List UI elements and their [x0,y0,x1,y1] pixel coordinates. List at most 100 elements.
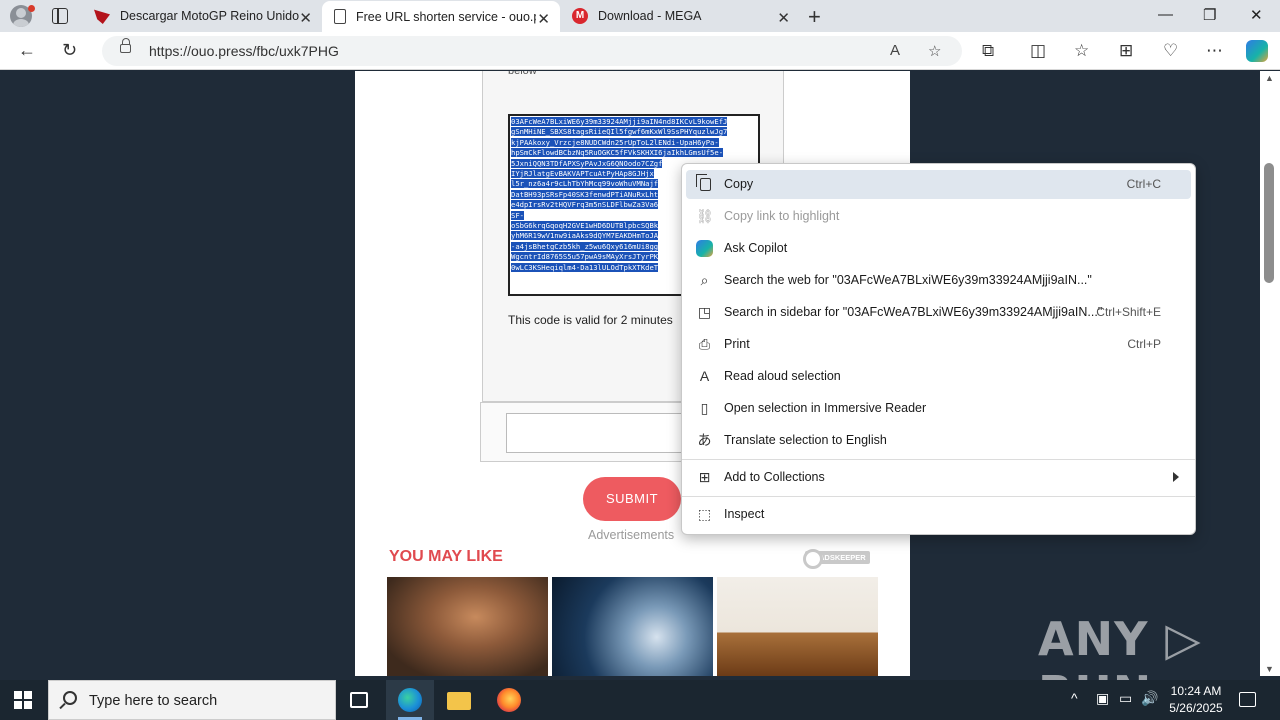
translate-icon: あ [697,432,712,448]
menu-separator [682,496,1195,497]
you-may-like-heading: YOU MAY LIKE [389,548,503,565]
clock-date: 5/26/2025 [1169,701,1223,715]
notifications-icon[interactable] [1239,692,1256,707]
firefox-icon[interactable] [497,688,521,712]
tab-title: Descargar MotoGP Reino Unido ( [120,9,300,23]
menu-item-shortcut: Ctrl+Shift+E [1096,305,1161,319]
search-placeholder: Type here to search [89,693,218,709]
tab-close-icon[interactable]: ✕ [299,9,312,27]
scroll-up-icon[interactable]: ▲ [1265,73,1274,83]
menu-item-inspect[interactable]: ⬚ Inspect [686,500,1191,529]
mega-favicon-icon: M [572,8,588,24]
edge-browser-icon[interactable] [398,688,422,712]
tab-motogp[interactable]: Descargar MotoGP Reino Unido ( ✕ [84,0,322,32]
link-highlight-icon: ⛓ [696,208,714,224]
menu-item-label: Copy [724,177,754,191]
read-aloud-icon[interactable]: A [890,42,900,59]
volume-icon[interactable]: 🔊 [1141,690,1158,707]
menu-item-shortcut: Ctrl+C [1126,177,1161,191]
code-line: 03AFcWeA7BLxiWE6y39m33924AMjji9aIN4nd8IK… [511,117,728,126]
tab-close-icon[interactable]: ✕ [777,9,790,27]
menu-item-label: Ask Copilot [724,241,788,255]
reload-button[interactable]: ↻ [62,40,77,61]
sidebar-search-icon: ◳ [697,304,712,320]
tab-mega[interactable]: M Download - MEGA ✕ [562,0,800,32]
read-aloud-icon: A [699,368,710,384]
navigation-bar: ← ↻ https://ouo.press/fbc/uxk7PHG A ☆ ⧉ … [0,32,1280,70]
tray-device-icon[interactable]: ▣ [1096,690,1109,707]
maximize-button[interactable]: ❐ [1203,6,1216,24]
performance-icon[interactable]: ♡ [1163,41,1178,61]
print-icon: ⎙ [698,336,711,352]
collections-icon: ⊞ [698,469,711,485]
menu-item-label: Print [724,337,750,351]
new-tab-button[interactable]: + [808,4,821,30]
tab-ouo-press[interactable]: Free URL shorten service - ouo.pr ✕ [322,1,560,32]
copilot-icon [696,240,713,257]
address-bar[interactable]: https://ouo.press/fbc/uxk7PHG A ☆ [102,36,962,66]
menu-item-ask-copilot[interactable]: Ask Copilot [686,234,1191,263]
ad-thumbnail[interactable] [552,577,713,676]
menu-item-read-aloud[interactable]: A Read aloud selection [686,362,1191,391]
inspect-icon: ⬚ [697,506,712,522]
menu-item-label: Add to Collections [724,470,825,484]
menu-item-label: Open selection in Immersive Reader [724,401,927,415]
submit-button[interactable]: SUBMIT [583,477,681,521]
more-menu-icon[interactable]: ⋯ [1206,41,1223,61]
tab-actions-icon[interactable] [52,8,68,24]
menu-item-copy[interactable]: Copy Ctrl+C [686,170,1191,199]
motogp-favicon-icon [94,9,110,24]
code-line: gSnMHiNE_SBXS8tagsRiieQIl5fgwf6mKxWl9SsP… [511,127,728,137]
menu-separator [682,459,1195,460]
minimize-button[interactable]: — [1158,6,1173,23]
split-screen-icon[interactable]: ◫ [1030,41,1046,61]
task-view-icon[interactable] [350,692,368,708]
collections-icon[interactable]: ⊞ [1119,41,1133,61]
menu-item-translate[interactable]: あ Translate selection to English [686,426,1191,455]
favorite-star-icon[interactable]: ☆ [928,42,941,60]
close-window-button[interactable]: ✕ [1250,6,1263,24]
url-text[interactable]: https://ouo.press/fbc/uxk7PHG [149,43,339,59]
start-button[interactable] [14,691,32,709]
adskeeper-logo[interactable]: ADSKEEPER [803,549,870,569]
tab-close-icon[interactable]: ✕ [537,10,550,28]
advertisements-label: Advertisements [588,528,675,542]
menu-item-label: Translate selection to English [724,433,887,447]
menu-item-search-web[interactable]: ⌕ Search the web for "03AFcWeA7BLxiWE6y3… [686,266,1191,295]
back-button[interactable]: ← [18,40,36,61]
instruction-text: below [508,71,537,77]
clock-time: 10:24 AM [1170,684,1222,698]
search-icon [63,691,77,705]
page-scrollbar[interactable]: ▲ ▼ [1260,71,1280,676]
copilot-icon[interactable] [1246,40,1268,62]
tab-title: Free URL shorten service - ouo.pr [356,9,536,24]
copy-icon [696,174,711,191]
ad-thumbnail[interactable] [387,577,548,676]
tray-chevron-icon[interactable]: ^ [1071,690,1078,706]
code-line: kjPAAkoxy_Vrzcje8NUDCWdn25rUpToL2lENdi-U… [511,137,719,147]
search-icon: ⌕ [700,272,709,288]
context-menu: Copy Ctrl+C ⛓ Copy link to highlight Ask… [681,163,1196,535]
menu-item-print[interactable]: ⎙ Print Ctrl+P [686,330,1191,359]
menu-item-immersive-reader[interactable]: ▯ Open selection in Immersive Reader [686,394,1191,423]
code-line: hpSmCkFlowdBCbzNq5RuOGKC5fFVkSKHXI6jaIkh… [511,148,724,158]
menu-item-copy-link-to-highlight[interactable]: ⛓ Copy link to highlight [686,202,1191,231]
notification-dot [28,5,35,12]
validity-text: This code is valid for 2 minutes [508,313,673,327]
network-icon[interactable]: ▭ [1119,690,1132,707]
menu-item-shortcut: Ctrl+P [1127,337,1161,351]
extensions-icon[interactable]: ⧉ [982,41,994,61]
ad-thumbnail[interactable] [717,577,878,676]
tab-title: Download - MEGA [598,9,702,23]
file-explorer-icon[interactable] [447,692,471,710]
menu-item-add-to-collections[interactable]: ⊞ Add to Collections [686,463,1191,492]
scrollbar-thumb[interactable] [1264,163,1274,283]
system-clock[interactable]: 10:24 AM 5/26/2025 [1162,683,1230,717]
menu-item-label: Search the web for "03AFcWeA7BLxiWE6y39m… [724,273,1092,287]
lock-icon[interactable] [120,38,131,53]
taskbar-search-box[interactable]: Type here to search [48,680,336,720]
immersive-reader-icon: ▯ [700,400,709,416]
menu-item-label: Inspect [724,507,765,521]
menu-item-search-sidebar[interactable]: ◳ Search in sidebar for "03AFcWeA7BLxiWE… [686,298,1191,327]
favorites-icon[interactable]: ☆ [1074,41,1089,61]
